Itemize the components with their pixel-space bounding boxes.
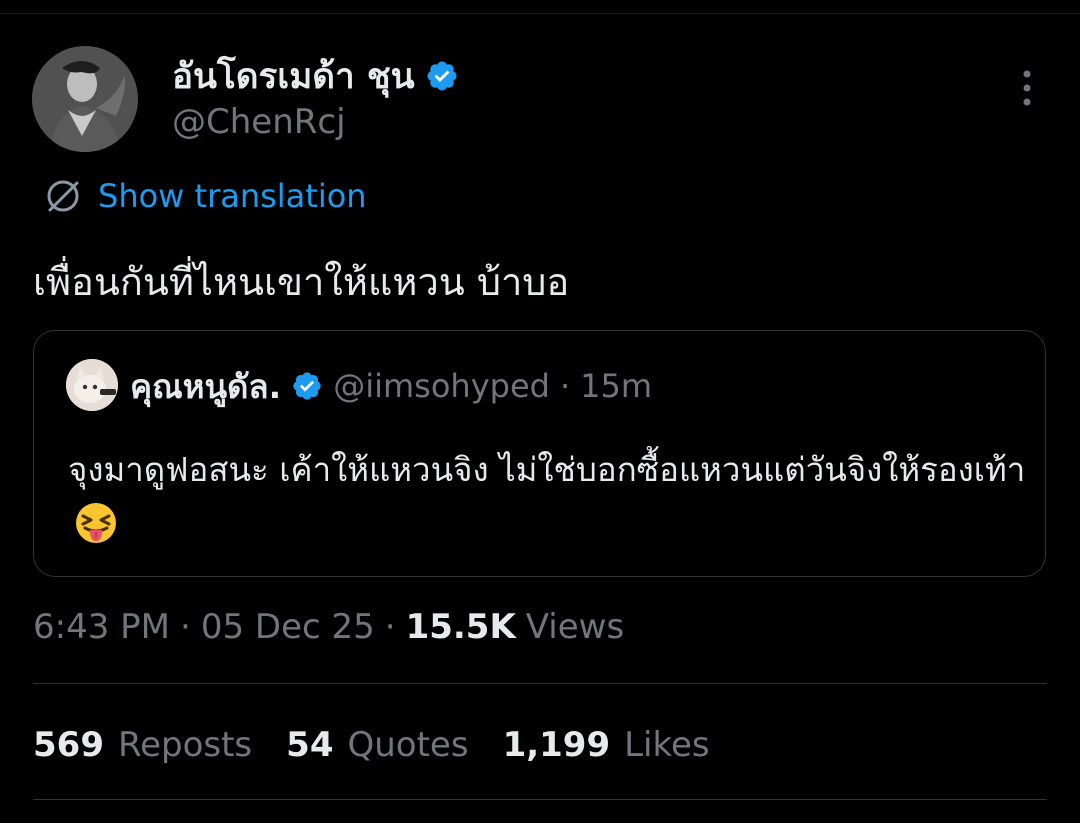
meta-separator: ·	[384, 607, 396, 647]
quoted-separator: ·	[559, 367, 571, 405]
reposts-label: Reposts	[117, 725, 253, 765]
quoted-header: คุณหนูดัล. @iimsohyped · 15m	[130, 361, 652, 411]
quoted-text: จุงมาดูฟอสนะ เค้าให้แหวนจิง ไม่ใช่บอกซื้…	[68, 450, 1026, 489]
show-translation-button[interactable]: Show translation	[44, 174, 367, 218]
avatar-photo	[32, 46, 138, 152]
quoted-author-avatar[interactable]	[66, 359, 118, 411]
likes-label: Likes	[624, 725, 710, 765]
likes-count: 1,199	[502, 725, 611, 765]
stats-top-divider	[33, 683, 1047, 684]
likes-stat[interactable]: 1,199 Likes	[503, 725, 710, 765]
quotes-stat[interactable]: 54 Quotes	[286, 725, 468, 765]
quoted-timestamp[interactable]: 15m	[580, 367, 652, 405]
tweet-meta: 6:43 PM · 05 Dec 25 · 15.5K Views	[33, 600, 624, 654]
more-options-icon[interactable]	[1012, 68, 1042, 108]
author-avatar[interactable]	[32, 46, 138, 152]
show-translation-label: Show translation	[98, 177, 367, 215]
quoted-verified-badge-icon	[291, 370, 323, 402]
quotes-count: 54	[286, 725, 334, 765]
views-label: Views	[525, 607, 625, 647]
squinting-face-with-tongue-icon	[74, 501, 118, 545]
views-count: 15.5K	[405, 607, 516, 647]
quoted-display-name[interactable]: คุณหนูดัล.	[130, 360, 281, 413]
verified-badge-icon	[425, 59, 459, 93]
quoted-handle[interactable]: @iimsohyped	[333, 367, 550, 405]
author-display-name[interactable]: อันโดรเมด้า ชุน	[172, 49, 415, 104]
tweet-time[interactable]: 6:43 PM	[33, 607, 170, 647]
engagement-stats: 569 Reposts 54 Quotes 1,199 Likes	[33, 718, 710, 772]
tweet-text: เพื่อนกันที่ไหนเขาให้แหวน บ้าบอ	[33, 260, 570, 304]
stats-bottom-divider	[33, 799, 1047, 800]
tweet-date[interactable]: 05 Dec 25	[201, 607, 375, 647]
quoted-avatar-photo	[66, 359, 118, 411]
quotes-label: Quotes	[347, 725, 469, 765]
author-handle[interactable]: @ChenRcj	[172, 102, 346, 142]
quoted-text-block: จุงมาดูฟอสนะ เค้าให้แหวนจิง ไม่ใช่บอกซื้…	[68, 443, 1028, 551]
reposts-count: 569	[33, 725, 104, 765]
globe-icon	[44, 177, 82, 215]
reposts-stat[interactable]: 569 Reposts	[33, 725, 252, 765]
author-name-row: อันโดรเมด้า ชุน	[172, 52, 459, 100]
top-divider	[0, 13, 1080, 14]
meta-separator: ·	[180, 607, 191, 647]
quoted-tweet-card[interactable]: คุณหนูดัล. @iimsohyped · 15m จุงมาดูฟอสน…	[33, 330, 1046, 577]
